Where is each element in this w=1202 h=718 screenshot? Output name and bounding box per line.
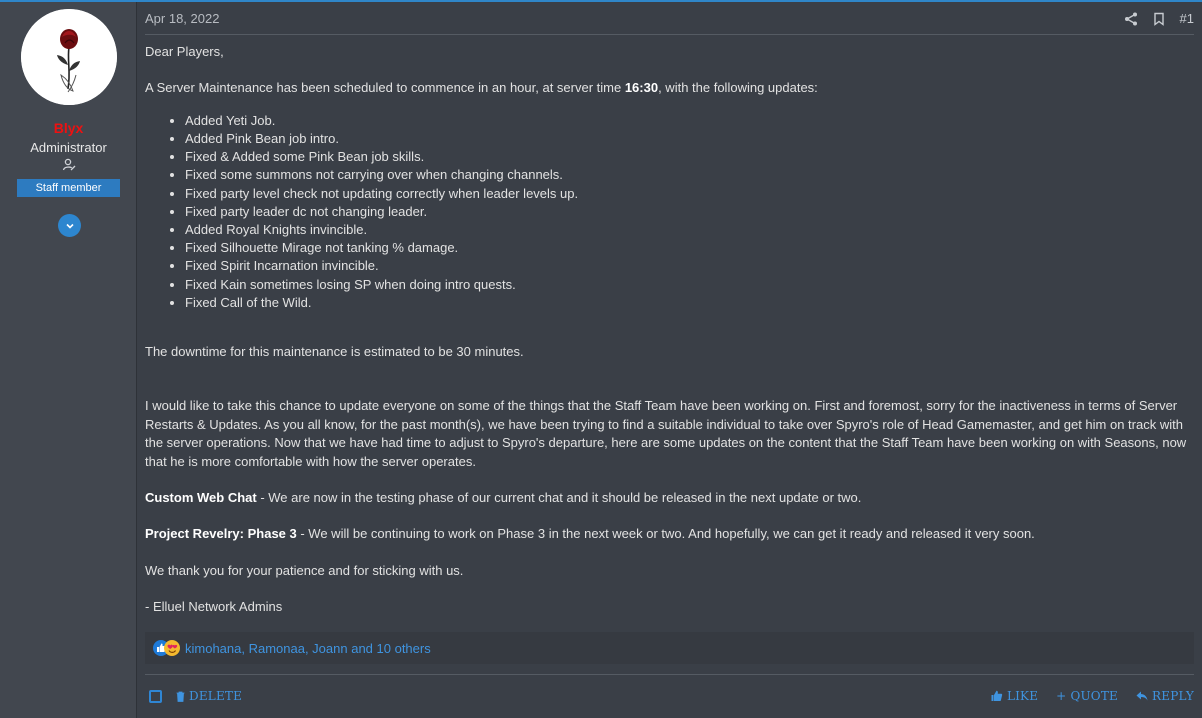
reply-icon xyxy=(1136,691,1148,701)
post-header: Apr 18, 2022 #1 xyxy=(145,2,1194,35)
greeting: Dear Players, xyxy=(145,44,224,59)
quote-button[interactable]: + QUOTE xyxy=(1056,689,1118,703)
intro-text: A Server Maintenance has been scheduled … xyxy=(145,80,625,96)
footer-right-actions: LIKE + QUOTE REPLY xyxy=(991,689,1194,703)
share-icon[interactable] xyxy=(1124,12,1138,26)
select-post-checkbox[interactable] xyxy=(149,689,162,703)
user-sidebar: Blyx Administrator Staff member xyxy=(0,2,137,718)
user-title: Administrator xyxy=(30,140,107,155)
webchat-paragraph: Custom Web Chat - We are now in the test… xyxy=(145,489,1192,507)
reply-button[interactable]: REPLY xyxy=(1136,689,1194,703)
reaction-icons[interactable] xyxy=(153,640,181,656)
bookmark-icon[interactable] xyxy=(1152,12,1166,26)
post-footer: DELETE LIKE + QUOTE REPLY xyxy=(145,674,1194,718)
reply-label: REPLY xyxy=(1152,689,1194,703)
downtime-paragraph: The downtime for this maintenance is est… xyxy=(145,344,524,360)
revelry-title: Project Revelry: Phase 3 xyxy=(145,526,297,542)
list-item: Added Royal Knights invincible. xyxy=(185,221,1192,239)
post-date[interactable]: Apr 18, 2022 xyxy=(145,11,219,26)
list-item: Fixed party leader dc not changing leade… xyxy=(185,203,1192,221)
list-item: Fixed Call of the Wild. xyxy=(185,294,1192,312)
avatar[interactable] xyxy=(21,9,117,105)
chevron-down-icon xyxy=(65,223,74,229)
server-time: 16:30 xyxy=(624,80,659,96)
post-body: Dear Players, A Server Maintenance has b… xyxy=(145,43,1192,617)
webchat-text: - We are now in the testing phase of our… xyxy=(256,490,862,506)
love-reaction-icon xyxy=(164,640,180,656)
reaction-users-link[interactable]: kimohana, Ramonaa, Joann and 10 others xyxy=(185,641,431,656)
like-button[interactable]: LIKE xyxy=(991,689,1038,703)
list-item: Added Yeti Job. xyxy=(185,112,1192,130)
webchat-title: Custom Web Chat xyxy=(145,490,257,506)
revelry-text: - We will be continuing to work on Phase… xyxy=(296,526,1035,542)
signature: - Elluel Network Admins xyxy=(145,599,283,615)
rose-logo xyxy=(21,9,117,105)
trash-icon xyxy=(176,691,185,702)
list-item: Fixed & Added some Pink Bean job skills. xyxy=(185,148,1192,166)
forum-post: Blyx Administrator Staff member Apr 18, … xyxy=(0,2,1202,718)
username[interactable]: Blyx xyxy=(0,120,137,136)
thanks-paragraph: We thank you for your patience and for s… xyxy=(145,562,464,578)
delete-button[interactable]: DELETE xyxy=(176,689,242,703)
list-item: Fixed party level check not updating cor… xyxy=(185,185,1192,203)
revelry-paragraph: Project Revelry: Phase 3 - We will be co… xyxy=(145,525,1192,543)
post-number[interactable]: #1 xyxy=(1180,11,1194,26)
delete-label: DELETE xyxy=(189,689,243,703)
staff-badge: Staff member xyxy=(17,179,120,197)
like-label: LIKE xyxy=(1006,689,1039,703)
staff-update-paragraph: I would like to take this chance to upda… xyxy=(145,398,1187,469)
list-item: Fixed Kain sometimes losing SP when doin… xyxy=(185,276,1192,294)
list-item: Fixed some summons not carrying over whe… xyxy=(185,166,1192,184)
list-item: Added Pink Bean job intro. xyxy=(185,130,1192,148)
reactions-bar: kimohana, Ramonaa, Joann and 10 others xyxy=(145,632,1194,664)
user-banner-icon xyxy=(62,158,76,172)
post-header-actions: #1 xyxy=(1124,11,1194,26)
updates-list: Added Yeti Job. Added Pink Bean job intr… xyxy=(145,112,1192,312)
expand-user-info-button[interactable] xyxy=(58,214,81,237)
intro-paragraph: A Server Maintenance has been scheduled … xyxy=(145,79,1192,97)
footer-left-actions: DELETE xyxy=(149,689,242,703)
list-item: Fixed Spirit Incarnation invincible. xyxy=(185,257,1192,275)
list-item: Fixed Silhouette Mirage not tanking % da… xyxy=(185,239,1192,257)
intro-text-end: , with the following updates: xyxy=(658,80,818,96)
thumbs-up-icon xyxy=(991,690,1003,701)
post-content: Apr 18, 2022 #1 Dear Players, A Server M… xyxy=(137,2,1202,718)
